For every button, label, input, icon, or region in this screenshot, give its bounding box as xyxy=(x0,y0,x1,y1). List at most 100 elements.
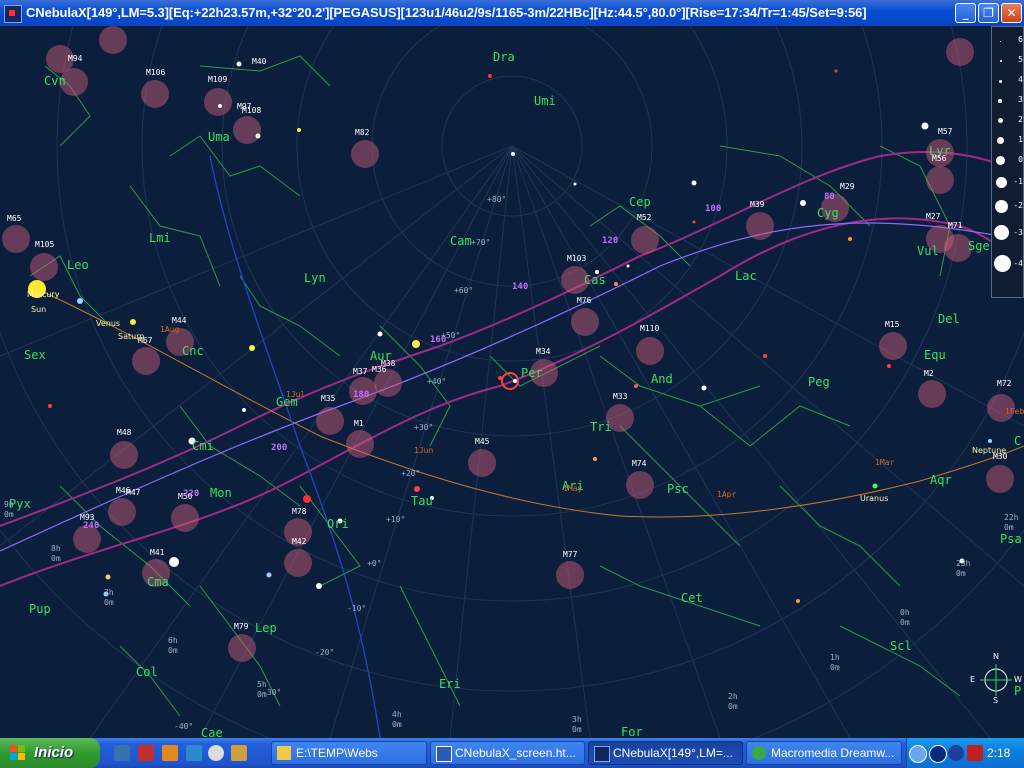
quicklaunch-app-icon[interactable] xyxy=(138,745,154,761)
start-button[interactable]: Inicio xyxy=(0,738,100,768)
planet-label-uranus[interactable]: Uranus xyxy=(860,494,888,503)
task-cnebulax[interactable]: CNebulaX[149°,LM=... xyxy=(588,741,743,765)
messier-label[interactable]: M56 xyxy=(932,154,946,163)
minimize-button[interactable]: _ xyxy=(955,3,976,23)
messier-label[interactable]: M27 xyxy=(926,212,940,221)
messier-label[interactable]: M82 xyxy=(355,128,369,137)
constellation-label-mon[interactable]: Mon xyxy=(210,486,232,500)
messier-label[interactable]: M94 xyxy=(68,54,82,63)
sky-chart-canvas[interactable] xyxy=(0,26,1024,738)
constellation-label-c[interactable]: C xyxy=(1014,434,1021,448)
constellation-label-lac[interactable]: Lac xyxy=(735,269,757,283)
messier-label[interactable]: M44 xyxy=(172,316,186,325)
planet-label-saturn[interactable]: Saturn xyxy=(118,332,144,341)
messier-label[interactable]: M76 xyxy=(577,296,591,305)
messier-label[interactable]: M72 xyxy=(997,379,1011,388)
messier-label[interactable]: M110 xyxy=(640,324,659,333)
messier-label[interactable]: M35 xyxy=(321,394,335,403)
task-word[interactable]: CNebulaX_screen.ht... xyxy=(430,741,585,765)
constellation-label-cyg[interactable]: Cyg xyxy=(817,206,839,220)
planet-label-venus[interactable]: Venus xyxy=(96,319,120,328)
messier-label[interactable]: M40 xyxy=(252,57,266,66)
constellation-label-cas[interactable]: Cas xyxy=(584,273,606,287)
constellation-label-tri[interactable]: Tri xyxy=(590,420,612,434)
app-icon[interactable] xyxy=(4,5,22,23)
messier-label[interactable]: M57 xyxy=(938,127,952,136)
messier-label[interactable]: M78 xyxy=(292,507,306,516)
tray-network-icon[interactable] xyxy=(948,745,964,761)
constellation-label-cmi[interactable]: Cmi xyxy=(192,439,214,453)
messier-label[interactable]: M34 xyxy=(536,347,550,356)
constellation-label-del[interactable]: Del xyxy=(938,312,960,326)
quicklaunch-matlab-icon[interactable] xyxy=(162,745,178,761)
constellation-label-cnc[interactable]: Cnc xyxy=(182,344,204,358)
constellation-label-lep[interactable]: Lep xyxy=(255,621,277,635)
tray-expand-icon[interactable] xyxy=(909,745,927,763)
constellation-label-tau[interactable]: Tau xyxy=(411,494,433,508)
quicklaunch-window-icon[interactable] xyxy=(186,745,202,761)
messier-label[interactable]: M15 xyxy=(885,320,899,329)
messier-label[interactable]: M48 xyxy=(117,428,131,437)
constellation-label-peg[interactable]: Peg xyxy=(808,375,830,389)
planet-label-sun[interactable]: Sun xyxy=(31,305,46,314)
messier-label[interactable]: M39 xyxy=(750,200,764,209)
compass-rose[interactable]: N S E W xyxy=(966,652,1022,710)
planet-label-neptune[interactable]: Neptune xyxy=(972,446,1006,455)
constellation-label-pup[interactable]: Pup xyxy=(29,602,51,616)
constellation-label-leo[interactable]: Leo xyxy=(67,258,89,272)
messier-label[interactable]: M77 xyxy=(563,550,577,559)
messier-label[interactable]: M36 xyxy=(372,365,386,374)
constellation-label-cvn[interactable]: Cvn xyxy=(44,74,66,88)
constellation-label-umi[interactable]: Umi xyxy=(534,94,556,108)
constellation-label-dra[interactable]: Dra xyxy=(493,50,515,64)
messier-label[interactable]: M108 xyxy=(242,106,261,115)
messier-label[interactable]: M105 xyxy=(35,240,54,249)
constellation-label-and[interactable]: And xyxy=(651,372,673,386)
quicklaunch-desktop-icon[interactable] xyxy=(114,745,130,761)
quicklaunch-media-icon[interactable] xyxy=(208,745,224,761)
constellation-label-sex[interactable]: Sex xyxy=(24,348,46,362)
constellation-label-psa[interactable]: Psa xyxy=(1000,532,1022,546)
messier-label[interactable]: M42 xyxy=(292,537,306,546)
quicklaunch-tool-icon[interactable] xyxy=(231,745,247,761)
constellation-label-cam[interactable]: Cam xyxy=(450,234,472,248)
close-button[interactable]: ✕ xyxy=(1001,3,1022,23)
messier-label[interactable]: M109 xyxy=(208,75,227,84)
title-bar[interactable]: CNebulaX[149°,LM=5.3][Eq:+22h23.57m,+32°… xyxy=(0,0,1024,26)
messier-label[interactable]: M65 xyxy=(7,214,21,223)
tray-nc-icon[interactable] xyxy=(929,745,947,763)
constellation-label-eri[interactable]: Eri xyxy=(439,677,461,691)
messier-label[interactable]: M71 xyxy=(948,221,962,230)
messier-label[interactable]: M45 xyxy=(475,437,489,446)
constellation-label-psc[interactable]: Psc xyxy=(667,482,689,496)
constellation-label-cep[interactable]: Cep xyxy=(629,195,651,209)
constellation-label-cae[interactable]: Cae xyxy=(201,726,223,738)
planet-label-mercury[interactable]: Mercury xyxy=(27,290,59,299)
constellation-label-sge[interactable]: Sge xyxy=(968,239,990,253)
messier-label[interactable]: M79 xyxy=(234,622,248,631)
messier-label[interactable]: M37 xyxy=(353,367,367,376)
messier-label[interactable]: M106 xyxy=(146,68,165,77)
constellation-label-lyn[interactable]: Lyn xyxy=(304,271,326,285)
messier-label[interactable]: M2 xyxy=(924,369,934,378)
constellation-label-lmi[interactable]: Lmi xyxy=(149,231,171,245)
messier-label[interactable]: M52 xyxy=(637,213,651,222)
constellation-label-per[interactable]: Per xyxy=(521,366,543,380)
constellation-label-vul[interactable]: Vul xyxy=(917,244,939,258)
messier-label[interactable]: M103 xyxy=(567,254,586,263)
tray-acrobat-icon[interactable] xyxy=(967,745,983,761)
messier-label[interactable]: M47 xyxy=(126,488,140,497)
constellation-label-for[interactable]: For xyxy=(621,725,643,738)
constellation-label-uma[interactable]: Uma xyxy=(208,130,230,144)
messier-label[interactable]: M41 xyxy=(150,548,164,557)
clock[interactable]: 2:18 xyxy=(987,746,1010,760)
constellation-label-col[interactable]: Col xyxy=(136,665,158,679)
sky-chart[interactable]: Cvn Uma Dra Umi Lmi Leo Lyn Cam Cep Cyg … xyxy=(0,26,1024,738)
constellation-label-equ[interactable]: Equ xyxy=(924,348,946,362)
task-dreamweaver[interactable]: Macromedia Dreamw... xyxy=(746,741,902,765)
task-explorer[interactable]: E:\TEMP\Webs xyxy=(271,741,427,765)
constellation-label-scl[interactable]: Scl xyxy=(890,639,912,653)
constellation-label-ori[interactable]: Ori xyxy=(327,517,349,531)
messier-label[interactable]: M74 xyxy=(632,459,646,468)
messier-label[interactable]: M1 xyxy=(354,419,364,428)
